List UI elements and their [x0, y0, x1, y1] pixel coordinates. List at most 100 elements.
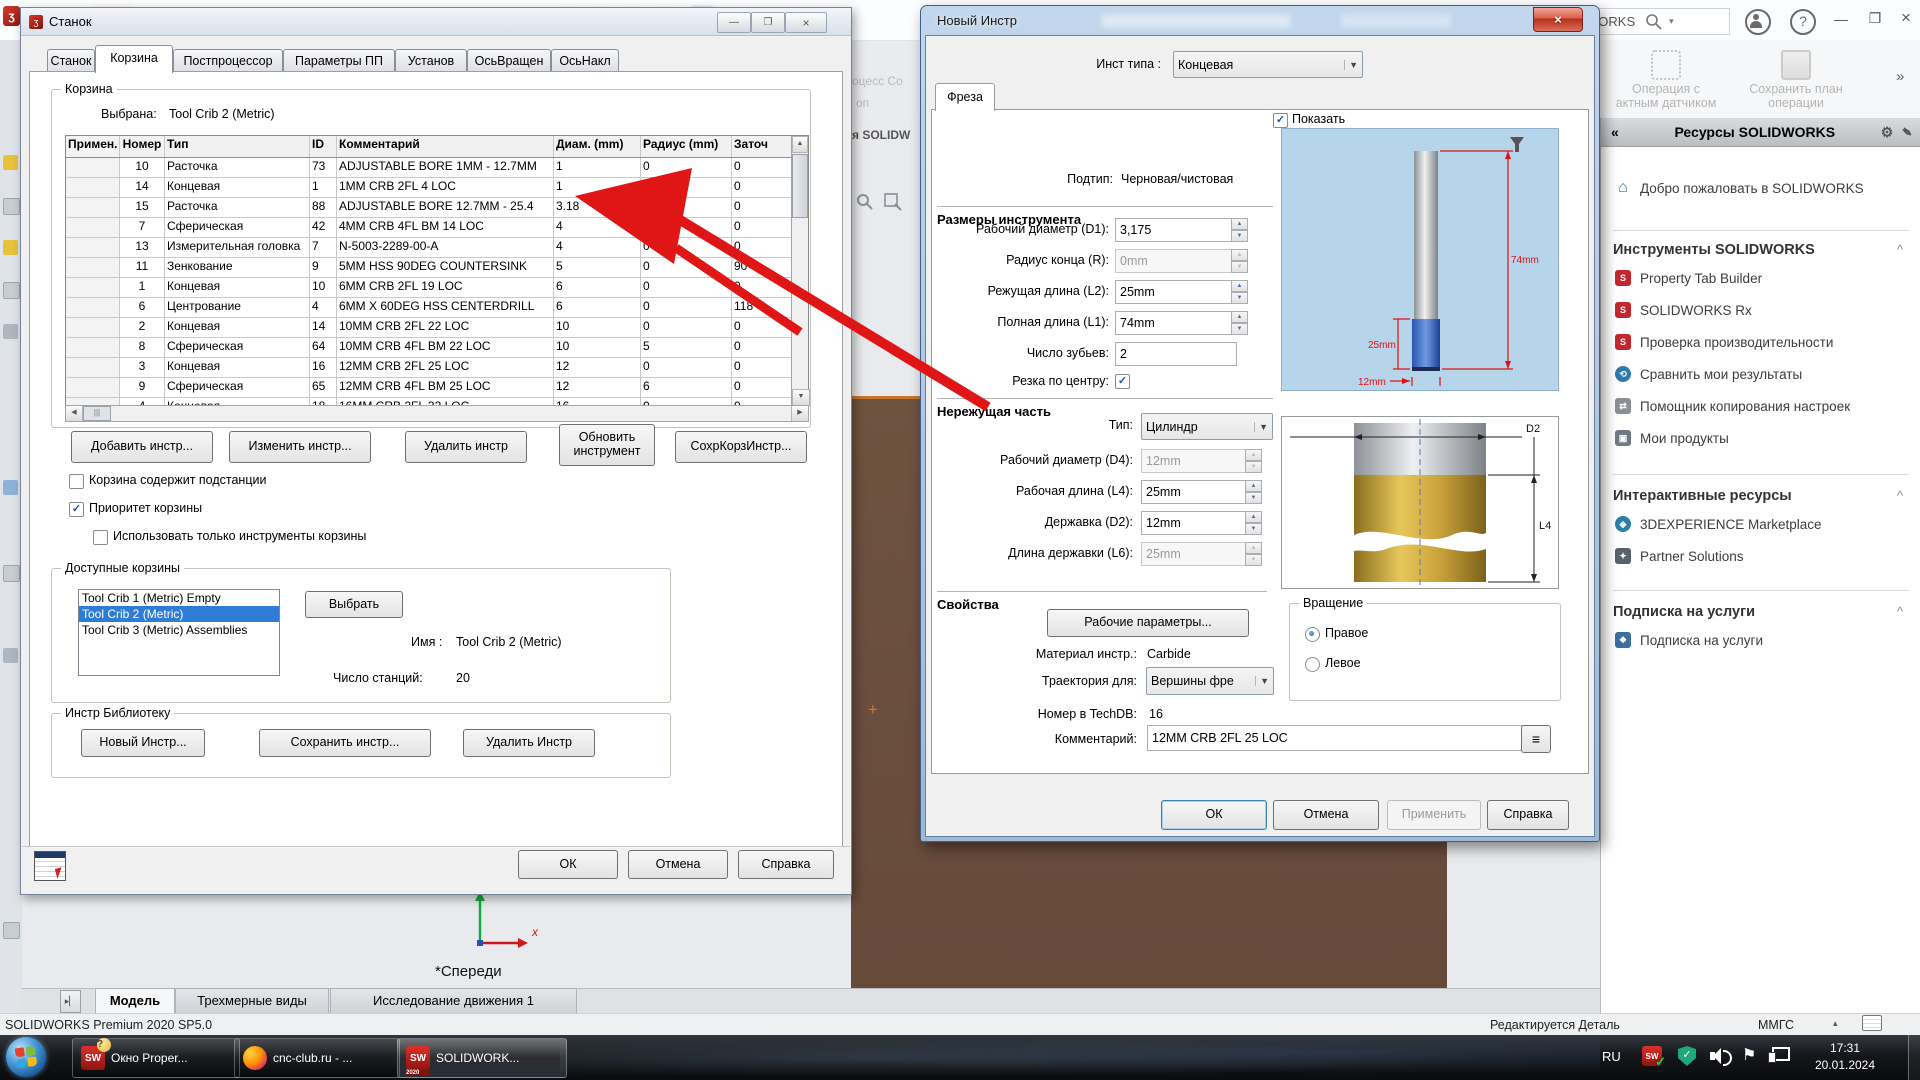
scroll-up-icon[interactable]: ▲: [792, 136, 808, 153]
column-header[interactable]: Комментарий: [337, 136, 554, 157]
table-horizontal-scrollbar[interactable]: ◀ ||| ▶: [65, 405, 809, 422]
table-row[interactable]: 6Центрование46MM X 60DEG HSS CENTERDRILL…: [66, 298, 808, 318]
work-parameters-button[interactable]: Рабочие параметры...: [1047, 609, 1249, 637]
table-row[interactable]: 14Концевая11MM CRB 2FL 4 LOC100: [66, 178, 808, 198]
close-button[interactable]: ×: [1533, 7, 1583, 32]
gear-icon[interactable]: ⚙: [1881, 124, 1894, 141]
crib-list-item-selected[interactable]: Tool Crib 2 (Metric): [79, 606, 279, 622]
new-tool-button[interactable]: Новый Инстр...: [81, 729, 205, 757]
zoom-tool-icon[interactable]: [856, 193, 874, 211]
toolbar-icon[interactable]: [3, 282, 20, 299]
toolbar-icon[interactable]: [3, 324, 18, 339]
probe-operation-button[interactable]: Операция сактным датчиком: [1596, 82, 1736, 110]
action-center-flag-icon[interactable]: ⚑: [1742, 1045, 1756, 1065]
scrollbar-thumb[interactable]: [792, 154, 808, 218]
scroll-right-icon[interactable]: ▶: [791, 406, 808, 421]
rotation-left-radio[interactable]: [1305, 657, 1320, 672]
delete-tool-button[interactable]: Удалить Инстр: [463, 729, 595, 757]
help-button[interactable]: Справка: [1487, 800, 1569, 830]
search-icon[interactable]: [1645, 13, 1663, 31]
shank-type-combo[interactable]: Цилиндр▼: [1141, 413, 1273, 440]
network-icon[interactable]: [1768, 1047, 1788, 1062]
tab-stanok[interactable]: Станок: [47, 49, 95, 72]
tab-3d-views[interactable]: Трехмерные виды: [175, 988, 329, 1014]
crib-list[interactable]: Tool Crib 1 (Metric) Empty Tool Crib 2 (…: [78, 589, 280, 676]
search-dropdown-icon[interactable]: ▾: [1669, 16, 1674, 27]
resource-subscription[interactable]: ❖Подписка на услуги: [1615, 632, 1763, 648]
clock[interactable]: 17:31 20.01.2024: [1800, 1040, 1890, 1074]
save-tool-button[interactable]: Сохранить инстр...: [259, 729, 431, 757]
cancel-button[interactable]: Отмена: [628, 850, 728, 879]
welcome-link[interactable]: ⌂ Добро пожаловать в SOLIDWORKS: [1615, 180, 1864, 196]
table-row[interactable]: 9Сферическая6512MM CRB 4FL BM 25 LOC1260: [66, 378, 808, 398]
tab-model[interactable]: Модель: [95, 988, 175, 1014]
tab-axis-tilt[interactable]: ОсьНакл: [551, 49, 619, 72]
tray-solidworks-icon[interactable]: SW ✓: [1642, 1046, 1662, 1066]
add-tool-button[interactable]: Добавить инстр...: [71, 431, 213, 463]
column-header[interactable]: Диам. (mm): [554, 136, 641, 157]
close-button[interactable]: ×: [785, 12, 827, 33]
scroll-down-icon[interactable]: ▼: [792, 389, 810, 406]
remove-tool-button[interactable]: Удалить инстр: [405, 431, 527, 463]
note-icon[interactable]: [1862, 1015, 1882, 1031]
column-header[interactable]: Номер: [120, 136, 165, 157]
toolbar-icon[interactable]: [3, 565, 20, 582]
show-preview-checkbox[interactable]: ✓: [1273, 113, 1288, 128]
maximize-button[interactable]: ❐: [751, 12, 785, 33]
resource-property-tab-builder[interactable]: SProperty Tab Builder: [1615, 270, 1762, 286]
tab-freza[interactable]: Фреза: [935, 83, 995, 111]
select-crib-button[interactable]: Выбрать: [305, 591, 403, 618]
edit-tool-button[interactable]: Изменить инстр...: [229, 431, 371, 463]
tab-axis-rotate[interactable]: ОсьВращен: [467, 49, 551, 72]
l2-spinner[interactable]: ▲▼: [1231, 280, 1248, 304]
toolbar-icon[interactable]: [3, 922, 20, 939]
minimize-button[interactable]: —: [1828, 12, 1854, 30]
taskbar-solidworks[interactable]: SW 2020 SOLIDWORK...: [397, 1038, 567, 1078]
units-dropdown-icon[interactable]: ▴: [1833, 1018, 1838, 1029]
table-row[interactable]: 8Сферическая6410MM CRB 4FL BM 22 LOC1050: [66, 338, 808, 358]
resource-partner-solutions[interactable]: ✦Partner Solutions: [1615, 548, 1744, 564]
l2-input[interactable]: 25mm: [1115, 280, 1237, 304]
column-header[interactable]: Тип: [165, 136, 310, 157]
table-vertical-scrollbar[interactable]: ▲ ▼: [791, 136, 808, 406]
tab-korzina[interactable]: Корзина: [95, 45, 173, 73]
l4-input[interactable]: 25mm: [1141, 480, 1251, 504]
d1-input[interactable]: 3,175: [1115, 218, 1237, 242]
table-row[interactable]: 1Концевая106MM CRB 2FL 19 LOC600: [66, 278, 808, 298]
tab-ustanov[interactable]: Установ: [395, 49, 467, 72]
account-icon[interactable]: [1745, 9, 1771, 35]
help-icon[interactable]: ?: [1790, 9, 1816, 35]
overflow-chevron-icon[interactable]: »: [1896, 68, 1904, 85]
toolbar-icon[interactable]: [3, 648, 18, 663]
start-button[interactable]: [6, 1037, 46, 1077]
scrollbar-thumb[interactable]: |||: [83, 406, 111, 421]
collapse-panel-icon[interactable]: «: [1611, 124, 1619, 140]
table-row[interactable]: 10Расточка73ADJUSTABLE BORE 1MM - 12.7MM…: [66, 158, 808, 178]
comment-options-button[interactable]: ≡: [1521, 725, 1551, 753]
ok-button[interactable]: ОК: [1161, 800, 1267, 830]
table-row[interactable]: 2Концевая1410MM CRB 2FL 22 LOC1000: [66, 318, 808, 338]
resource-compare-results[interactable]: ⟲Сравнить мои результаты: [1615, 366, 1802, 382]
rotation-right-radio[interactable]: [1305, 627, 1320, 642]
scroll-left-icon[interactable]: ◀: [66, 406, 83, 421]
status-units[interactable]: ММГС: [1758, 1018, 1794, 1032]
toolbar-icon[interactable]: [3, 155, 18, 170]
table-row[interactable]: 11Зенкование95MM HSS 90DEG COUNTERSINK50…: [66, 258, 808, 278]
cancel-button[interactable]: Отмена: [1273, 800, 1379, 830]
comment-input[interactable]: 12MM CRB 2FL 25 LOC: [1147, 725, 1525, 751]
teeth-input[interactable]: 2: [1115, 342, 1237, 366]
pin-icon[interactable]: ✒: [1897, 122, 1917, 143]
l1-input[interactable]: 74mm: [1115, 311, 1237, 335]
d1-spinner[interactable]: ▲▼: [1231, 218, 1248, 242]
save-plan-button[interactable]: Сохранить планоперации: [1726, 82, 1866, 110]
tab-nav-button[interactable]: ▸▏: [60, 990, 81, 1013]
crib-priority-checkbox[interactable]: ✓: [69, 502, 84, 517]
tool-table-header-row[interactable]: Примен.НомерТипIDКомментарийДиам. (mm)Ра…: [66, 136, 808, 158]
column-header[interactable]: Заточ: [732, 136, 774, 157]
resource-3dexperience[interactable]: ◈3DEXPERIENCE Marketplace: [1615, 516, 1822, 532]
taskbar-firefox[interactable]: cnc-club.ru - ...: [234, 1038, 400, 1078]
show-desktop-button[interactable]: [1908, 1035, 1920, 1080]
center-cut-checkbox[interactable]: ✓: [1115, 374, 1130, 389]
l4-spinner[interactable]: ▲▼: [1245, 480, 1262, 504]
substations-checkbox[interactable]: [69, 474, 84, 489]
